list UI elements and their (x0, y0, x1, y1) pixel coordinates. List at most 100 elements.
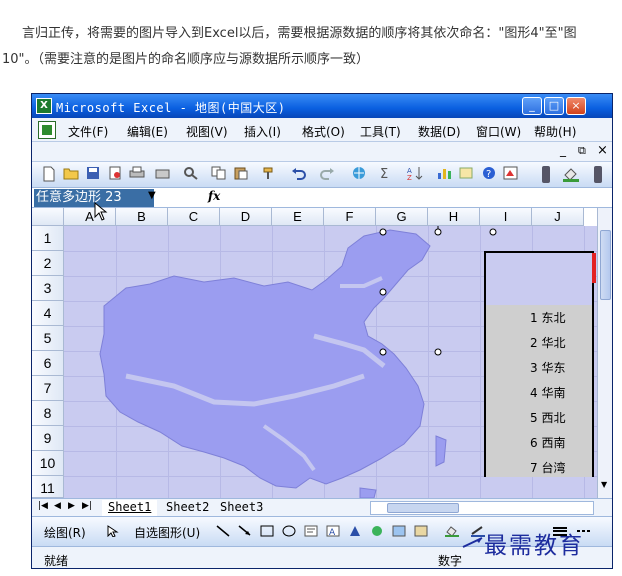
text-box-icon[interactable] (304, 525, 318, 537)
new-icon[interactable] (40, 166, 58, 183)
autoshapes-menu-button[interactable]: 自选图形(U) (134, 524, 200, 541)
autosum-icon[interactable]: Σ (376, 166, 394, 183)
row-header-1[interactable]: 1 (32, 226, 64, 251)
worksheet-grid[interactable]: A B C D E F G H I J 1 2 3 4 5 6 7 8 9 10… (32, 202, 612, 498)
row-header-4[interactable]: 4 (32, 301, 64, 326)
column-header-e[interactable]: E (272, 208, 324, 226)
row-header-9[interactable]: 9 (32, 426, 64, 451)
fill-color-icon[interactable] (562, 166, 580, 183)
vertical-scroll-thumb[interactable] (600, 230, 611, 300)
region-legend[interactable]: 1 东北 2 华北 3 华东 4 华南 5 西北 6 西南 7 台湾 (484, 251, 596, 477)
column-header-h[interactable]: H (428, 208, 480, 226)
print-icon[interactable] (128, 166, 146, 183)
menu-tools[interactable]: 工具(T) (360, 123, 401, 140)
column-header-g[interactable]: G (376, 208, 428, 226)
maximize-button[interactable]: □ (544, 97, 564, 115)
status-num-lock: 数字 (438, 554, 463, 568)
clipart-icon[interactable] (370, 525, 384, 537)
oval-icon[interactable] (282, 525, 296, 537)
column-header-f[interactable]: F (324, 208, 376, 226)
toolbar-options-icon[interactable] (542, 166, 550, 183)
undo-icon[interactable] (290, 166, 308, 183)
open-folder-icon[interactable] (62, 166, 80, 183)
close-button[interactable]: × (566, 97, 586, 115)
menu-view[interactable]: 视图(V) (186, 123, 228, 140)
legend-item: 5 西北 (530, 411, 566, 425)
draw-menu-button[interactable]: 绘图(R) (44, 524, 86, 541)
format-painter-icon[interactable] (260, 166, 278, 183)
legend-item: 2 华北 (530, 336, 566, 350)
legend-red-marker (592, 253, 596, 283)
wordart-icon[interactable]: A (326, 525, 340, 537)
insert-function-icon[interactable]: fx (208, 189, 220, 203)
office-assistant-icon[interactable] (502, 166, 520, 183)
doc-restore-button[interactable]: ⧉ (578, 144, 586, 158)
hyperlink-icon[interactable] (350, 166, 368, 183)
column-header-d[interactable]: D (220, 208, 272, 226)
row-header-5[interactable]: 5 (32, 326, 64, 351)
sheet-tab-sheet3[interactable]: Sheet3 (214, 500, 269, 516)
next-sheet-icon[interactable]: ▶ (68, 501, 75, 511)
arrow-icon[interactable] (238, 525, 252, 537)
help-icon[interactable]: ? (480, 166, 498, 183)
row-header-2[interactable]: 2 (32, 251, 64, 276)
status-ready: 就绪 (44, 554, 69, 568)
redo-icon[interactable] (318, 166, 336, 183)
doc-minimize-button[interactable]: _ (560, 143, 566, 157)
print-preview-icon[interactable] (154, 166, 172, 183)
excel-app-icon[interactable]: X (36, 98, 52, 114)
column-header-j[interactable]: J (532, 208, 584, 226)
prev-sheet-icon[interactable]: ◀ (54, 501, 61, 511)
horizontal-scroll-thumb[interactable] (387, 503, 459, 513)
row-header-11[interactable]: 11 (32, 476, 64, 498)
workbook-icon[interactable] (38, 121, 56, 139)
paste-icon[interactable] (232, 166, 250, 183)
menu-window[interactable]: 窗口(W) (476, 123, 521, 140)
row-header-3[interactable]: 3 (32, 276, 64, 301)
menu-format[interactable]: 格式(O) (302, 123, 345, 140)
column-header-a[interactable]: A (64, 208, 116, 226)
menu-data[interactable]: 数据(D) (418, 123, 461, 140)
first-sheet-icon[interactable]: |◀ (38, 501, 48, 511)
select-objects-icon[interactable] (106, 525, 120, 537)
legend-list: 1 东北 2 华北 3 华东 4 华南 5 西北 6 西南 7 台湾 (486, 305, 592, 477)
column-header-b[interactable]: B (116, 208, 168, 226)
row-header-6[interactable]: 6 (32, 351, 64, 376)
insert-picture-icon[interactable] (414, 525, 428, 537)
rectangle-icon[interactable] (260, 525, 274, 537)
picture-icon[interactable] (392, 525, 406, 537)
toolbar-options-icon-2[interactable] (594, 166, 602, 183)
menu-help[interactable]: 帮助(H) (534, 123, 576, 140)
menu-file[interactable]: 文件(F) (68, 123, 108, 140)
menu-insert[interactable]: 插入(I) (244, 123, 281, 140)
diagram-icon[interactable] (348, 525, 362, 537)
row-header-8[interactable]: 8 (32, 401, 64, 426)
column-header-i[interactable]: I (480, 208, 532, 226)
research-icon[interactable] (182, 166, 200, 183)
select-all-corner[interactable] (32, 208, 64, 226)
row-header-10[interactable]: 10 (32, 451, 64, 476)
save-icon[interactable] (84, 166, 102, 183)
menu-bar: 文件(F) 编辑(E) 视图(V) 插入(I) 格式(O) 工具(T) 数据(D… (32, 118, 612, 142)
sheet-tab-sheet2[interactable]: Sheet2 (160, 500, 215, 516)
sort-ascending-icon[interactable]: AZ (406, 166, 424, 183)
name-box-dropdown-icon[interactable]: ▼ (148, 190, 156, 201)
horizontal-scrollbar[interactable] (370, 501, 594, 515)
title-bar: X Microsoft Excel - 地图(中国大区) _ □ × (32, 94, 612, 118)
scroll-down-icon[interactable]: ▼ (601, 480, 607, 489)
fill-color-icon[interactable] (444, 525, 462, 537)
last-sheet-icon[interactable]: ▶| (82, 501, 92, 511)
sheet-tab-sheet1[interactable]: Sheet1 (102, 500, 158, 516)
copy-icon[interactable] (210, 166, 228, 183)
doc-close-button[interactable]: × (597, 143, 608, 158)
vertical-scrollbar[interactable]: ▼ (597, 208, 612, 498)
chart-wizard-icon[interactable] (436, 166, 454, 183)
column-header-c[interactable]: C (168, 208, 220, 226)
menu-edit[interactable]: 编辑(E) (127, 123, 168, 140)
row-header-7[interactable]: 7 (32, 376, 64, 401)
minimize-button[interactable]: _ (522, 97, 542, 115)
line-icon[interactable] (216, 525, 230, 537)
permission-icon[interactable] (106, 166, 124, 183)
pen-icon (462, 537, 483, 548)
drawing-icon[interactable] (458, 166, 476, 183)
